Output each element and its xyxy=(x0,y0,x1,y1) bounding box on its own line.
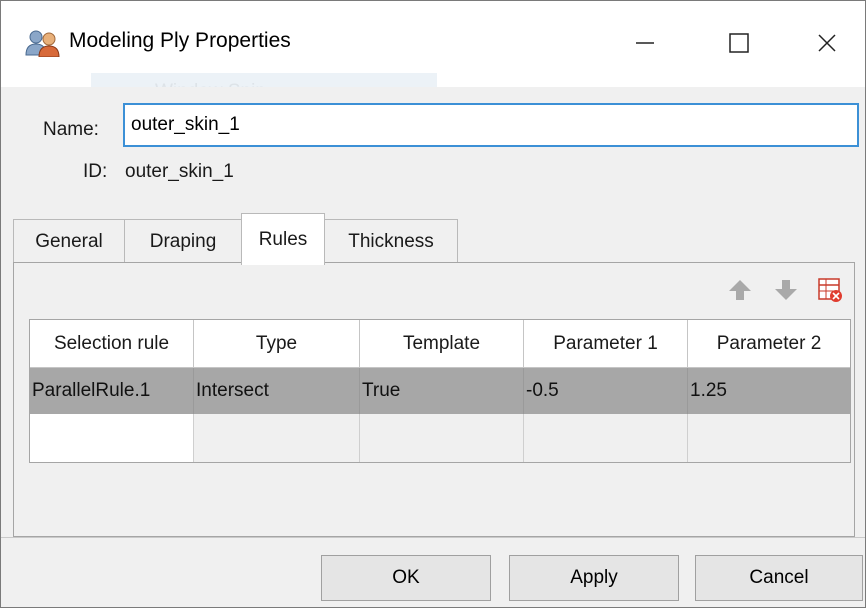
window-title: Modeling Ply Properties xyxy=(69,29,291,52)
column-header[interactable]: Selection rule xyxy=(30,320,194,368)
id-label: ID: xyxy=(83,161,108,182)
tab-general[interactable]: General xyxy=(13,219,125,263)
rules-table: Selection rule Type Template Parameter 1… xyxy=(29,319,851,463)
minimize-button[interactable] xyxy=(615,17,675,69)
table-row[interactable]: ParallelRule.1 Intersect True -0.5 1.25 xyxy=(30,368,850,414)
column-header[interactable]: Type xyxy=(194,320,360,368)
footer-divider xyxy=(1,537,865,538)
table-cell[interactable] xyxy=(524,414,688,462)
close-icon xyxy=(818,34,836,52)
name-label: Name: xyxy=(43,119,99,140)
maximize-icon xyxy=(729,33,749,53)
table-cell[interactable]: -0.5 xyxy=(524,368,688,414)
column-header[interactable]: Template xyxy=(360,320,524,368)
id-value: outer_skin_1 xyxy=(125,161,234,182)
table-cell[interactable] xyxy=(688,414,850,462)
tab-thickness[interactable]: Thickness xyxy=(324,219,458,263)
table-header: Selection rule Type Template Parameter 1… xyxy=(30,320,850,368)
apply-button[interactable]: Apply xyxy=(509,555,679,601)
tab-draping[interactable]: Draping xyxy=(124,219,242,263)
maximize-button[interactable] xyxy=(709,17,769,69)
users-icon xyxy=(25,30,60,57)
name-input[interactable] xyxy=(123,103,859,147)
table-cell[interactable] xyxy=(30,414,194,462)
column-header[interactable]: Parameter 1 xyxy=(524,320,688,368)
close-button[interactable] xyxy=(797,17,857,69)
arrow-up-icon[interactable] xyxy=(727,277,753,303)
table-cell[interactable]: 1.25 xyxy=(688,368,850,414)
column-header[interactable]: Parameter 2 xyxy=(688,320,850,368)
table-cell[interactable] xyxy=(360,414,524,462)
table-row-empty[interactable] xyxy=(30,414,850,462)
ok-button[interactable]: OK xyxy=(321,555,491,601)
delete-table-icon[interactable] xyxy=(817,277,843,303)
minimize-icon xyxy=(636,42,654,44)
table-cell[interactable]: True xyxy=(360,368,524,414)
dialog-window: Modeling Ply Properties Window Snip Name… xyxy=(0,0,866,608)
table-cell[interactable] xyxy=(194,414,360,462)
arrow-down-icon[interactable] xyxy=(773,277,799,303)
table-cell[interactable]: Intersect xyxy=(194,368,360,414)
tab-bar: General Draping Rules Thickness xyxy=(13,213,855,265)
table-cell[interactable]: ParallelRule.1 xyxy=(30,368,194,414)
tab-rules[interactable]: Rules xyxy=(241,213,325,265)
cancel-button[interactable]: Cancel xyxy=(695,555,863,601)
